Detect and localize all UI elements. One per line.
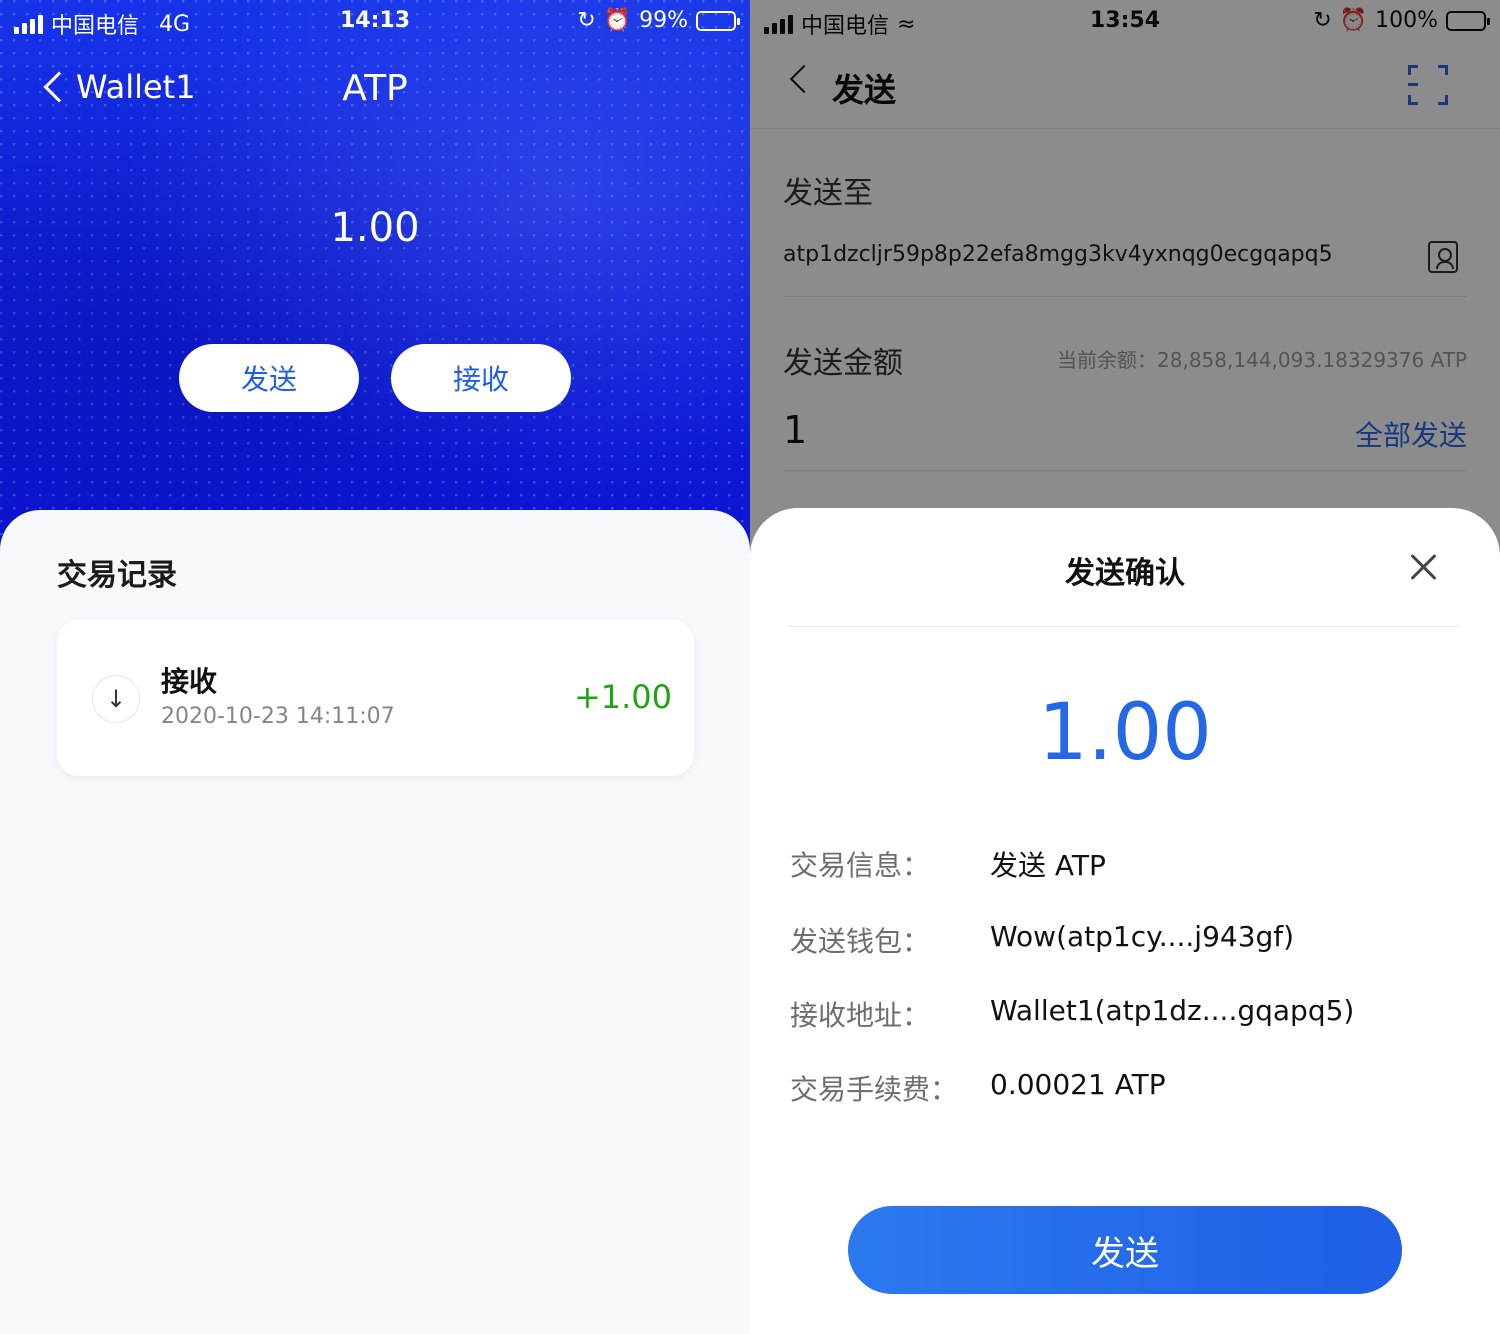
info-row-to-address: 接收地址： Wallet1(atp1dz....gqapq5): [790, 994, 1460, 1034]
list-item[interactable]: ↓ 接收 2020-10-23 14:11:07 +1.00: [57, 620, 694, 776]
info-row-tx-info: 交易信息： 发送 ATP: [790, 844, 1460, 884]
arrow-down-icon: ↓: [92, 675, 140, 723]
info-key: 接收地址：: [790, 999, 931, 1032]
info-key: 发送钱包：: [790, 925, 931, 958]
receive-button[interactable]: 接收: [391, 344, 571, 412]
confirm-amount: 1.00: [1038, 688, 1212, 778]
close-icon[interactable]: [1406, 550, 1440, 584]
sheet-title: 发送确认: [1065, 556, 1185, 591]
info-key: 交易信息：: [790, 849, 931, 882]
records-title: 交易记录: [57, 558, 177, 593]
alarm-icon: ⏰: [603, 8, 632, 33]
hero-header: 中国电信 4G 14:13 ↻ ⏰ 99% Wallet1 ATP 1.00 发…: [0, 0, 750, 560]
rotation-lock-icon: ↻: [577, 8, 596, 33]
tx-date: 2020-10-23 14:11:07: [161, 704, 395, 729]
battery-icon: [696, 10, 740, 31]
info-value: Wow(atp1cy....j943gf): [990, 920, 1295, 953]
page-title: ATP: [342, 68, 408, 109]
send-screen: 中国电信 ≈ 13:54 ↻ ⏰ 100% 发送 发送至 atp1dzcljr5…: [750, 0, 1500, 1334]
info-value: Wallet1(atp1dz....gqapq5): [990, 994, 1355, 1027]
info-value: 发送 ATP: [990, 849, 1106, 882]
status-bar: 中国电信 4G 14:13 ↻ ⏰ 99%: [0, 0, 750, 40]
asset-detail-screen: 中国电信 4G 14:13 ↻ ⏰ 99% Wallet1 ATP 1.00 发…: [0, 0, 750, 1334]
info-key: 交易手续费：: [790, 1073, 959, 1106]
confirm-sheet: 发送确认 1.00 交易信息： 发送 ATP 发送钱包： Wow(atp1cy.…: [750, 508, 1500, 1334]
balance-amount: 1.00: [330, 205, 420, 251]
divider: [790, 626, 1460, 627]
info-row-from-wallet: 发送钱包： Wow(atp1cy....j943gf): [790, 920, 1460, 960]
tx-amount: +1.00: [573, 678, 672, 716]
action-buttons: 发送 接收: [0, 344, 750, 412]
send-button[interactable]: 发送: [179, 344, 359, 412]
info-row-fee: 交易手续费： 0.00021 ATP: [790, 1068, 1460, 1108]
transaction-records: 交易记录 ↓ 接收 2020-10-23 14:11:07 +1.00: [0, 510, 750, 1334]
nav-bar: Wallet1 ATP: [0, 60, 750, 120]
info-value: 0.00021 ATP: [990, 1068, 1166, 1101]
tx-type: 接收: [161, 665, 218, 698]
confirm-send-button[interactable]: 发送: [848, 1206, 1402, 1294]
battery-percent: 99%: [639, 8, 688, 33]
